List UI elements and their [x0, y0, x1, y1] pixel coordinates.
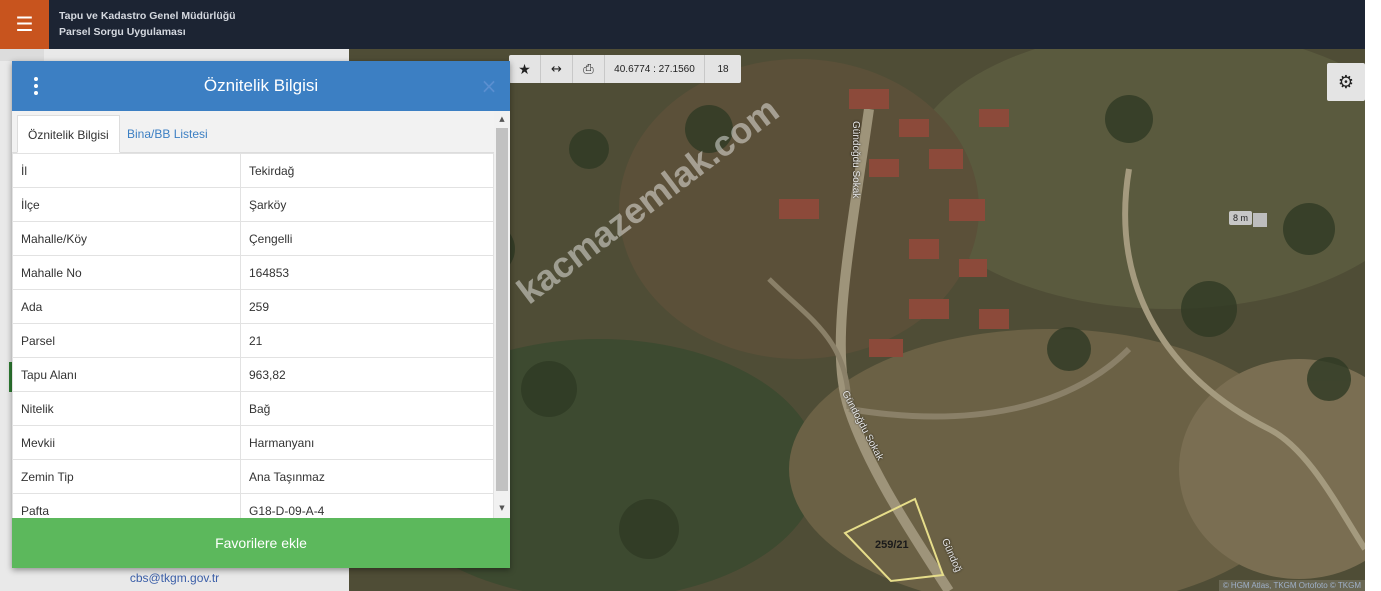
table-row: İlçe Şarköy [12, 187, 494, 222]
settings-button[interactable]: ⚙ [1327, 63, 1365, 101]
star-icon: ★ [518, 60, 531, 77]
attribute-key: Mahalle No [12, 255, 241, 290]
map-attribution: © HGM Atlas, TKGM Ortofoto © TKGM [1218, 580, 1365, 591]
app-title: Tapu ve Kadastro Genel Müdürlüğü Parsel … [59, 8, 236, 40]
scroll-up-icon[interactable]: ▲ [494, 113, 510, 125]
attribute-key: Mevkii [12, 425, 241, 460]
attribute-key: Nitelik [12, 391, 241, 426]
dialog-header: Öznitelik Bilgisi × [12, 61, 510, 111]
favorite-star-button[interactable]: ★ [509, 55, 541, 83]
scale-bar [1253, 213, 1267, 227]
hamburger-icon: ☰ [15, 14, 34, 36]
attribute-value: Şarköy [240, 187, 494, 222]
table-row: Zemin Tip Ana Taşınmaz [12, 459, 494, 494]
left-panel-stub [0, 49, 44, 61]
table-row: İl Tekirdağ [12, 153, 494, 188]
coordinates-readout: 40.6774 : 27.1560 [605, 55, 705, 83]
attribute-key: Parsel [12, 323, 241, 358]
attribute-key: Mahalle/Köy [12, 221, 241, 256]
close-button[interactable]: × [478, 75, 500, 97]
attribute-table-container: İl Tekirdağ İlçe Şarköy Mahalle/Köy Çengelli M… [12, 153, 494, 518]
gear-icon: ⚙ [1337, 71, 1355, 93]
dialog-scrollbar[interactable]: ▲ ▼ [494, 111, 510, 518]
scale-label: 8 m [1229, 211, 1253, 225]
measure-button[interactable]: ↔ [541, 55, 573, 83]
app-title-line2: Parsel Sorgu Uygulaması [59, 26, 186, 38]
attribute-value: 164853 [240, 255, 494, 290]
attribute-info-dialog: Öznitelik Bilgisi × Öznitelik Bilgisi Bi… [12, 61, 510, 568]
attribute-key: Pafta [12, 493, 241, 518]
top-bar: ☰ Tapu ve Kadastro Genel Müdürlüğü Parse… [0, 0, 1365, 49]
attribute-value: 259 [240, 289, 494, 324]
table-row: Parsel 21 [12, 323, 494, 358]
app-title-line1: Tapu ve Kadastro Genel Müdürlüğü [59, 10, 236, 22]
attribute-key: Zemin Tip [12, 459, 241, 494]
add-to-favorites-button[interactable]: Favorilere ekle [12, 518, 510, 568]
right-strip [1365, 0, 1381, 591]
attribute-key: İl [12, 153, 241, 188]
attribute-key: Tapu Alanı [12, 357, 241, 392]
hamburger-menu-button[interactable]: ☰ [0, 0, 49, 49]
tab-attribute-info[interactable]: Öznitelik Bilgisi [17, 115, 120, 153]
contact-email[interactable]: cbs@tkgm.gov.tr [0, 571, 349, 585]
dialog-tabs: Öznitelik Bilgisi Bina/BB Listesi [12, 111, 510, 153]
measure-arrows-icon: ↔ [551, 61, 562, 77]
attribute-value: Tekirdağ [240, 153, 494, 188]
attribute-value: Harmanyanı [240, 425, 494, 460]
scroll-thumb[interactable] [496, 128, 508, 491]
printer-icon: ⎙ [583, 61, 594, 77]
attribute-key: İlçe [12, 187, 241, 222]
table-row: Pafta G18-D-09-A-4 [12, 493, 494, 518]
table-row: Mahalle/Köy Çengelli [12, 221, 494, 256]
attribute-table: İl Tekirdağ İlçe Şarköy Mahalle/Köy Çengelli M… [12, 153, 494, 518]
zoom-level: 18 [717, 63, 729, 75]
dialog-title: Öznitelik Bilgisi [203, 76, 319, 95]
road-label: Gündoğdu Sokak [850, 121, 861, 199]
map-toolbar: ★ ↔ ⎙ 40.6774 : 27.1560 18 [509, 55, 741, 83]
attribute-value: 21 [240, 323, 494, 358]
table-row: Mahalle No 164853 [12, 255, 494, 290]
attribute-value: Bağ [240, 391, 494, 426]
attribute-value: Ana Taşınmaz [240, 459, 494, 494]
parcel-label[interactable]: 259/21 [875, 539, 909, 551]
table-row: Tapu Alanı 963,82 [12, 357, 494, 392]
table-row: Ada 259 [12, 289, 494, 324]
table-row: Mevkii Harmanyanı [12, 425, 494, 460]
table-row: Nitelik Bağ [12, 391, 494, 426]
attribute-value: G18-D-09-A-4 [240, 493, 494, 518]
print-button[interactable]: ⎙ [573, 55, 605, 83]
close-icon: × [480, 74, 498, 98]
attribute-value: 963,82 [240, 357, 494, 392]
tab-building-list[interactable]: Bina/BB Listesi [117, 115, 218, 153]
attribute-key: Ada [12, 289, 241, 324]
attribute-value: Çengelli [240, 221, 494, 256]
scroll-down-icon[interactable]: ▼ [494, 502, 510, 514]
